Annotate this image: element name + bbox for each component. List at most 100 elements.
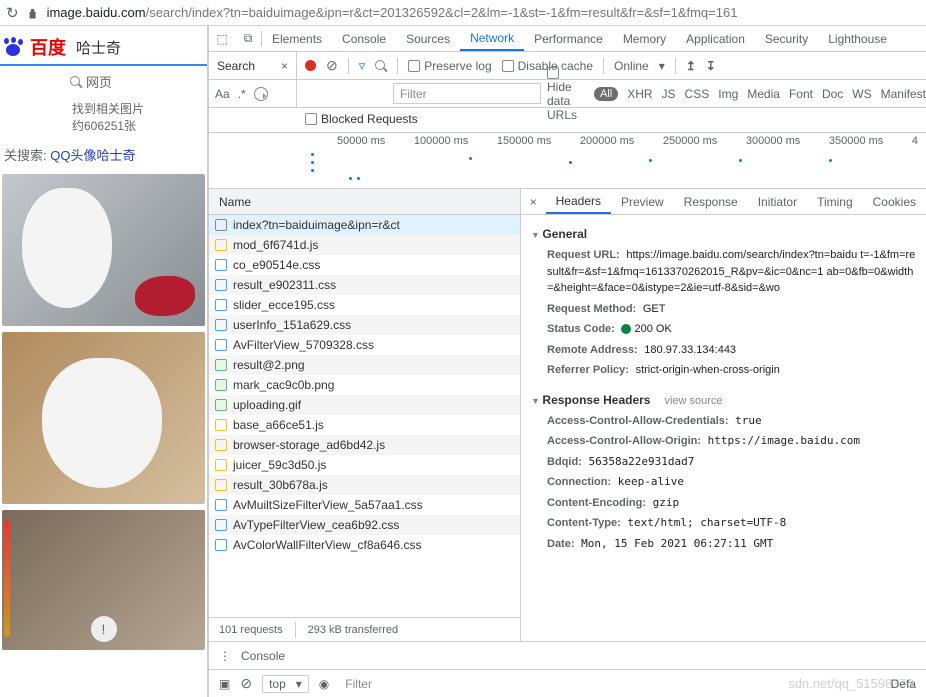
tab-application[interactable]: Application [676,26,755,51]
request-row[interactable]: juicer_59c3d50.js [209,455,520,475]
refresh-icon[interactable] [254,87,268,101]
url-text[interactable]: image.baidu.com/search/index?tn=baiduima… [47,5,920,20]
response-header: Date: Mon, 15 Feb 2021 06:27:11 GMT [531,534,916,555]
type-css[interactable]: CSS [685,87,710,101]
response-header: Access-Control-Allow-Credentials: true [531,411,916,432]
regex-toggle[interactable]: .* [238,87,246,101]
type-media[interactable]: Media [747,87,780,101]
tab-lighthouse[interactable]: Lighthouse [818,26,897,51]
request-name: juicer_59c3d50.js [233,458,326,472]
response-headers-section[interactable]: Response Headersview source [531,389,916,411]
detail-tab-preview[interactable]: Preview [611,189,674,214]
throttling-select[interactable]: Online ▾ [614,59,665,73]
context-select[interactable]: top ▾ [262,675,309,693]
download-icon[interactable]: ↧ [706,59,716,73]
request-row[interactable]: uploading.gif [209,395,520,415]
request-row[interactable]: result@2.png [209,355,520,375]
request-row[interactable]: AvMuiltSizeFilterView_5a57aa1.css [209,495,520,515]
request-name: result@2.png [233,358,305,372]
filter-icon[interactable]: ▿ [359,58,366,74]
preserve-log-checkbox[interactable]: Preserve log [408,59,491,73]
search-query[interactable]: 哈士奇 [76,37,121,58]
timeline[interactable]: 50000 ms 100000 ms 150000 ms 200000 ms 2… [209,133,926,189]
file-icon [215,539,227,551]
type-ws[interactable]: WS [852,87,871,101]
drawer-menu-icon[interactable]: ⋮ [219,649,231,663]
request-row[interactable]: AvFilterView_5709328.css [209,335,520,355]
close-icon[interactable]: × [281,59,288,73]
file-icon [215,419,227,431]
view-source-link[interactable]: view source [664,395,722,407]
request-row[interactable]: AvTypeFilterView_cea6b92.css [209,515,520,535]
request-name: base_a66ce51.js [233,418,324,432]
tab-sources[interactable]: Sources [396,26,460,51]
request-method: Request Method: GET [531,299,916,320]
request-name: co_e90514e.css [233,258,320,272]
tab-console[interactable]: Console [332,26,396,51]
result-image[interactable] [2,174,205,326]
inspect-icon[interactable]: ⬚ [209,32,235,46]
record-icon[interactable] [305,60,316,71]
detail-tab-headers[interactable]: Headers [546,189,611,214]
request-name: result_30b678a.js [233,478,328,492]
general-section[interactable]: General [531,223,916,245]
related-link[interactable]: QQ头像哈士奇 [50,148,135,163]
console-filter[interactable]: Filter [339,676,539,692]
devtools: ⬚ ⧉ Elements Console Sources Network Per… [208,26,926,697]
type-xhr[interactable]: XHR [627,87,652,101]
file-icon [215,219,227,231]
type-all[interactable]: All [594,87,618,101]
request-row[interactable]: mod_6f6741d.js [209,235,520,255]
type-img[interactable]: Img [718,87,738,101]
request-row[interactable]: co_e90514e.css [209,255,520,275]
device-icon[interactable]: ⧉ [235,31,261,46]
reload-icon[interactable]: ↻ [6,4,19,22]
type-manifest[interactable]: Manifest [881,87,926,101]
file-icon [215,259,227,271]
detail-tab-response[interactable]: Response [674,189,748,214]
tab-security[interactable]: Security [755,26,818,51]
devtools-tabs: ⬚ ⧉ Elements Console Sources Network Per… [209,26,926,52]
baidu-logo-icon[interactable] [2,36,24,58]
name-column-header[interactable]: Name [209,189,520,215]
request-row[interactable]: slider_ecce195.css [209,295,520,315]
detail-tab-cookies[interactable]: Cookies [863,189,926,214]
request-row[interactable]: base_a66ce51.js [209,415,520,435]
search-icon[interactable] [375,60,387,72]
request-name: AvTypeFilterView_cea6b92.css [233,518,399,532]
result-image[interactable] [2,510,205,650]
console-drawer-header[interactable]: ⋮ Console [209,641,926,669]
close-detail-icon[interactable]: × [521,195,546,209]
request-row[interactable]: index?tn=baiduimage&ipn=r&ct [209,215,520,235]
filter-input[interactable]: Filter [393,83,541,104]
upload-icon[interactable]: ↥ [686,59,696,73]
subnav: 网页 [0,66,207,97]
clear-icon[interactable]: ⊘ [326,57,338,74]
request-row[interactable]: result_e902311.css [209,275,520,295]
status-code: Status Code: 200 OK [531,319,916,340]
type-js[interactable]: JS [662,87,676,101]
lock-icon[interactable] [27,7,39,19]
detail-tab-timing[interactable]: Timing [807,189,863,214]
request-row[interactable]: userInfo_151a629.css [209,315,520,335]
request-row[interactable]: result_30b678a.js [209,475,520,495]
detail-tab-initiator[interactable]: Initiator [748,189,807,214]
type-doc[interactable]: Doc [822,87,843,101]
request-row[interactable]: AvColorWallFilterView_cf8a646.css [209,535,520,555]
eye-icon[interactable]: ◉ [319,677,329,691]
clear-console-icon[interactable]: ⊘ [240,675,252,692]
subnav-web[interactable]: 网页 [86,72,112,91]
tab-memory[interactable]: Memory [613,26,676,51]
tab-network[interactable]: Network [460,26,524,51]
tab-elements[interactable]: Elements [262,26,332,51]
search-icon [70,76,82,88]
result-image[interactable] [2,332,205,504]
match-case[interactable]: Aa [215,87,230,101]
request-row[interactable]: browser-storage_ad6bd42.js [209,435,520,455]
sidebar-toggle-icon[interactable]: ▣ [219,677,230,691]
type-font[interactable]: Font [789,87,813,101]
blocked-requests-checkbox[interactable]: Blocked Requests [209,108,926,133]
request-row[interactable]: mark_cac9c0b.png [209,375,520,395]
tab-performance[interactable]: Performance [524,26,613,51]
file-icon [215,519,227,531]
